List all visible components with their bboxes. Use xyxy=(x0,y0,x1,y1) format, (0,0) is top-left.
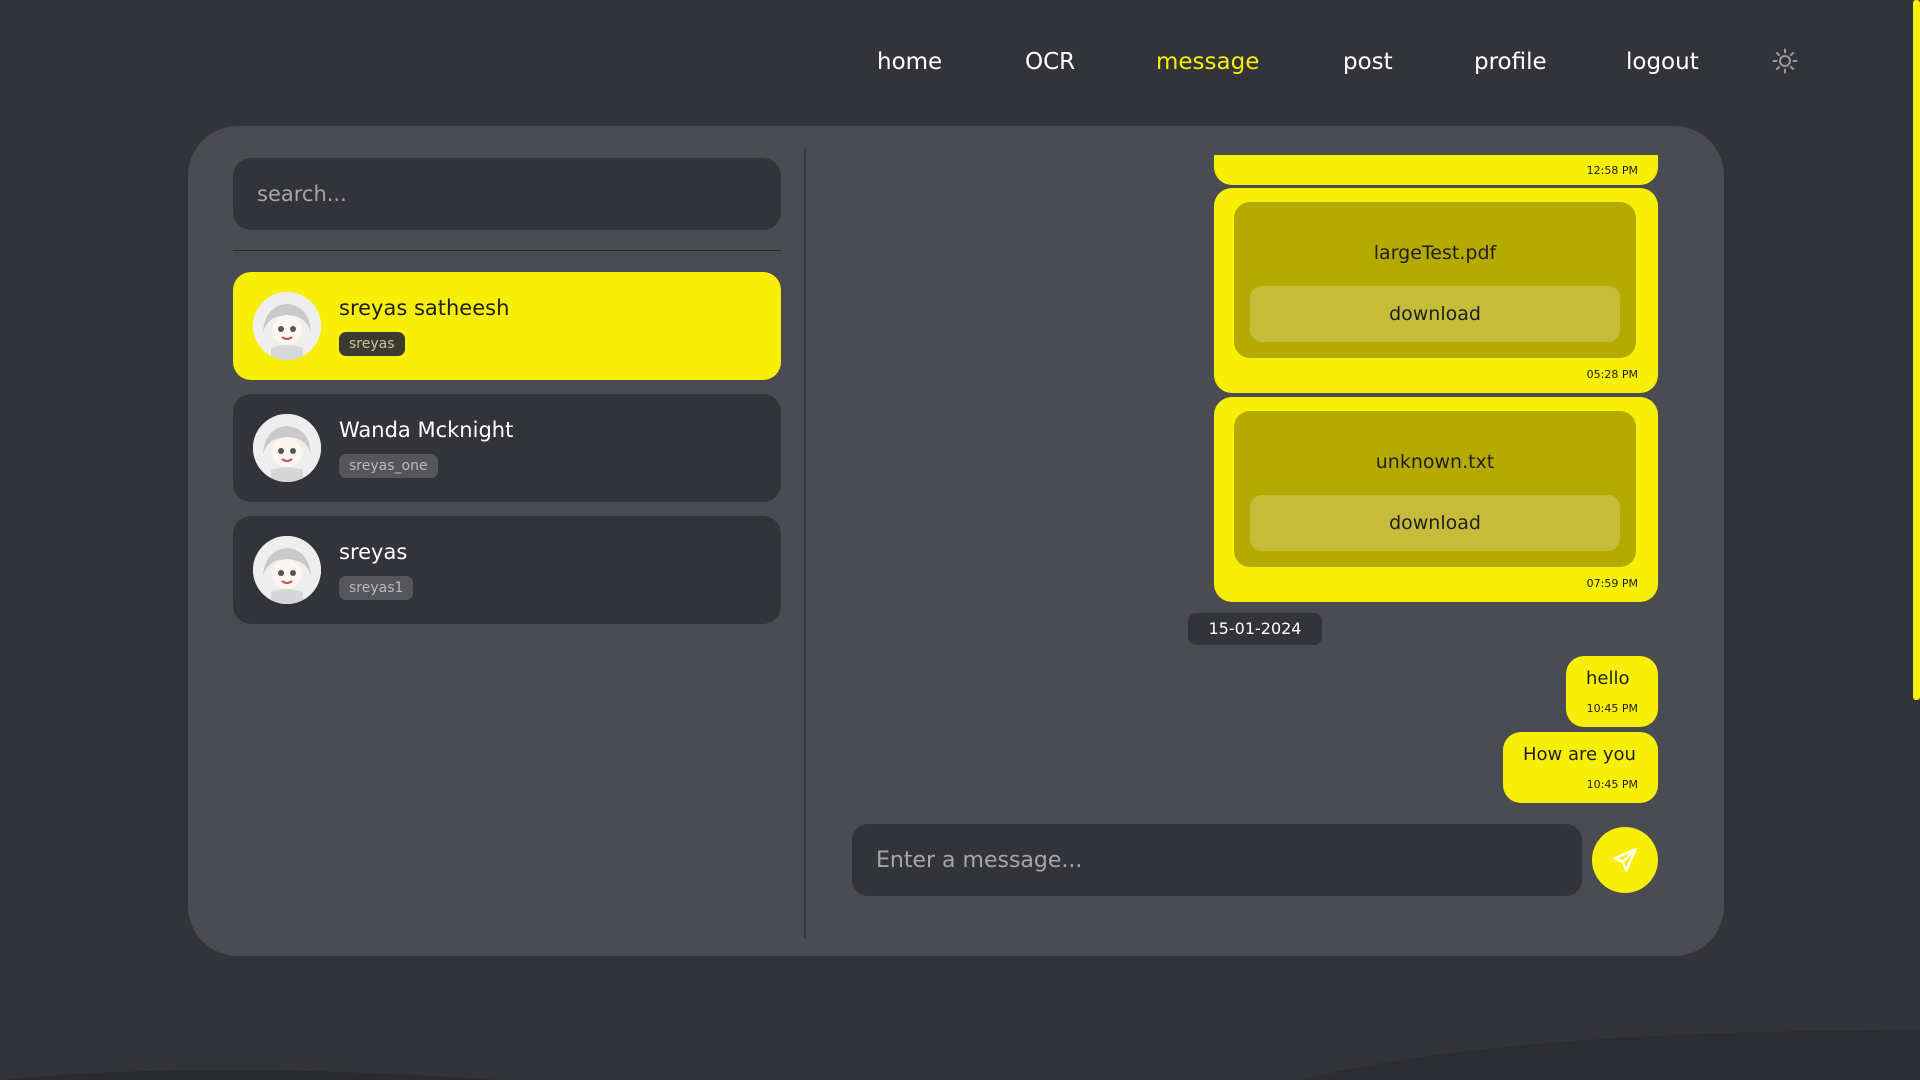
file-name: unknown.txt xyxy=(1375,451,1495,473)
nav-home[interactable]: home xyxy=(877,44,942,80)
contact-item[interactable]: Wanda Mcknight sreyas_one xyxy=(233,394,781,502)
background-wave xyxy=(0,1030,1920,1080)
nav-logout[interactable]: logout xyxy=(1626,44,1699,80)
contact-name: sreyas satheesh xyxy=(339,296,510,320)
file-message: largeTest.pdf download 05:28 PM xyxy=(1214,188,1658,393)
contact-name: Wanda Mcknight xyxy=(339,418,514,442)
avatar xyxy=(253,536,321,604)
message-time: 10:45 PM xyxy=(1586,702,1638,715)
text-message: hello 10:45 PM xyxy=(1566,656,1658,727)
text-message: How are you 10:45 PM xyxy=(1503,732,1658,803)
page: home OCR message post profile logout sea… xyxy=(0,0,1920,1080)
nav-profile[interactable]: profile xyxy=(1474,44,1547,80)
download-button[interactable]: download xyxy=(1250,495,1620,551)
message-time: 07:59 PM xyxy=(1586,577,1638,590)
send-icon xyxy=(1613,848,1637,872)
username-badge: sreyas xyxy=(339,332,405,356)
file-message: unknown.txt download 07:59 PM xyxy=(1214,397,1658,602)
page-scrollbar[interactable] xyxy=(1913,0,1920,700)
contact-name: sreyas xyxy=(339,540,408,564)
nav-message[interactable]: message xyxy=(1156,44,1259,80)
send-button[interactable] xyxy=(1592,827,1658,893)
search-input[interactable] xyxy=(233,158,781,230)
theme-toggle-button[interactable] xyxy=(1770,46,1800,76)
file-name: largeTest.pdf xyxy=(1373,242,1497,264)
date-separator: 15-01-2024 xyxy=(1188,613,1322,645)
file-attachment: largeTest.pdf download xyxy=(1234,202,1636,358)
nav-ocr[interactable]: OCR xyxy=(1025,44,1075,80)
message-input[interactable] xyxy=(852,824,1582,896)
panel-divider xyxy=(804,148,806,938)
username-badge: sreyas1 xyxy=(339,576,414,600)
message-time: 10:45 PM xyxy=(1586,778,1638,791)
download-button[interactable]: download xyxy=(1250,286,1620,342)
file-attachment: unknown.txt download xyxy=(1234,411,1636,567)
contact-item[interactable]: sreyas sreyas1 xyxy=(233,516,781,624)
sun-icon xyxy=(1772,48,1798,74)
message-time: 05:28 PM xyxy=(1586,368,1638,381)
username-badge: sreyas_one xyxy=(339,454,438,478)
message-text: How are you xyxy=(1523,744,1636,765)
avatar xyxy=(253,292,321,360)
message-text: hello xyxy=(1586,668,1630,689)
top-nav: home OCR message post profile logout xyxy=(0,44,1920,80)
contact-item[interactable]: sreyas satheesh sreyas xyxy=(233,272,781,380)
nav-post[interactable]: post xyxy=(1343,44,1393,80)
avatar xyxy=(253,414,321,482)
message-time: 12:58 PM xyxy=(1586,164,1638,177)
sidebar-divider xyxy=(233,250,781,251)
message-bubble: 12:58 PM xyxy=(1214,155,1658,185)
